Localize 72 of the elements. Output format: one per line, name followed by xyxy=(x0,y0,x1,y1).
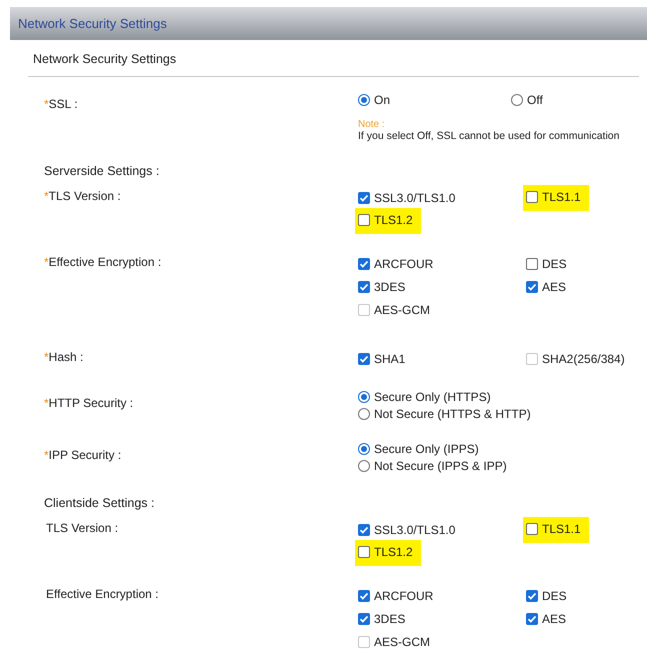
window-title: Network Security Settings xyxy=(18,16,167,31)
checkbox-option[interactable]: TLS1.1 xyxy=(526,522,581,536)
radio-option[interactable]: Not Secure (IPPS & IPP) xyxy=(358,458,507,472)
checkbox[interactable] xyxy=(526,590,538,602)
checkbox[interactable] xyxy=(358,192,370,204)
checkbox[interactable] xyxy=(358,258,370,270)
required-mark: * xyxy=(44,396,49,410)
check-icon xyxy=(359,258,369,268)
required-mark: * xyxy=(44,448,49,462)
note-text: If you select Off, SSL cannot be used for communication xyxy=(358,130,620,142)
field-label: TLS Version : xyxy=(46,521,118,535)
checkbox[interactable] xyxy=(526,522,538,534)
field-label: Effective Encryption : xyxy=(48,255,162,269)
checkbox-option[interactable]: ARCFOUR xyxy=(358,588,434,602)
checkbox-option[interactable]: TLS1.2 xyxy=(358,544,413,558)
checkbox-option[interactable]: 3DES xyxy=(358,612,406,626)
radio-button[interactable] xyxy=(358,442,370,454)
checkbox[interactable] xyxy=(358,352,370,364)
field-label: SSL : xyxy=(48,97,78,111)
checkbox-option[interactable]: ARCFOUR xyxy=(358,256,434,270)
radio-option[interactable]: Secure Only (HTTPS) xyxy=(358,390,491,404)
check-icon xyxy=(359,614,369,624)
checkbox[interactable] xyxy=(526,612,538,624)
check-icon xyxy=(359,192,369,202)
section-heading: Clientside Settings : xyxy=(43,495,156,512)
field-label: IPP Security : xyxy=(48,448,122,462)
checkbox-option[interactable]: AES xyxy=(526,612,566,626)
radio-button[interactable] xyxy=(358,460,370,472)
check-icon xyxy=(527,590,537,600)
checkbox-option[interactable]: DES xyxy=(526,588,567,602)
section-heading: Serverside Settings : xyxy=(43,163,160,180)
field-label: HTTP Security : xyxy=(48,396,134,410)
radio-option[interactable]: On xyxy=(358,93,390,107)
checkbox-option[interactable]: 3DES xyxy=(358,280,406,294)
checkbox-option[interactable]: DES xyxy=(526,256,567,270)
checkbox-option[interactable]: AES xyxy=(526,280,566,294)
radio-button[interactable] xyxy=(358,390,370,402)
checkbox[interactable] xyxy=(358,612,370,624)
check-icon xyxy=(527,614,537,624)
required-mark: * xyxy=(44,97,49,111)
field-label: TLS Version : xyxy=(48,189,121,203)
radio-option[interactable]: Not Secure (HTTPS & HTTP) xyxy=(358,406,531,420)
checkbox[interactable] xyxy=(358,214,370,226)
checkbox-option[interactable]: TLS1.2 xyxy=(358,212,413,226)
required-mark: * xyxy=(44,189,49,203)
note-title: Note : xyxy=(358,119,386,130)
checkbox[interactable] xyxy=(358,546,370,558)
checkbox[interactable] xyxy=(526,280,538,292)
checkbox-option[interactable]: SSL3.0/TLS1.0 xyxy=(358,190,456,204)
checkbox-option[interactable]: TLS1.1 xyxy=(526,190,581,204)
radio-button[interactable] xyxy=(358,408,370,420)
required-mark: * xyxy=(44,255,49,269)
checkbox[interactable] xyxy=(526,258,538,270)
checkbox[interactable] xyxy=(526,190,538,202)
checkbox[interactable] xyxy=(358,280,370,292)
checkbox[interactable] xyxy=(358,590,370,602)
radio-option[interactable]: Off xyxy=(511,93,543,107)
panel-title: Network Security Settings xyxy=(32,51,178,68)
check-icon xyxy=(359,354,369,364)
radio-option[interactable]: Secure Only (IPPS) xyxy=(358,442,479,456)
check-icon xyxy=(359,282,369,292)
radio-button[interactable] xyxy=(511,94,523,106)
checkbox-option[interactable]: SHA1 xyxy=(358,352,406,366)
check-icon xyxy=(359,524,369,534)
required-mark: * xyxy=(44,350,49,364)
checkbox-option[interactable]: SSL3.0/TLS1.0 xyxy=(358,522,456,536)
radio-button[interactable] xyxy=(358,94,370,106)
field-label: Effective Encryption : xyxy=(46,587,158,601)
check-icon xyxy=(527,282,537,292)
field-label: Hash : xyxy=(48,350,84,364)
checkbox[interactable] xyxy=(358,524,370,536)
check-icon xyxy=(359,590,369,600)
